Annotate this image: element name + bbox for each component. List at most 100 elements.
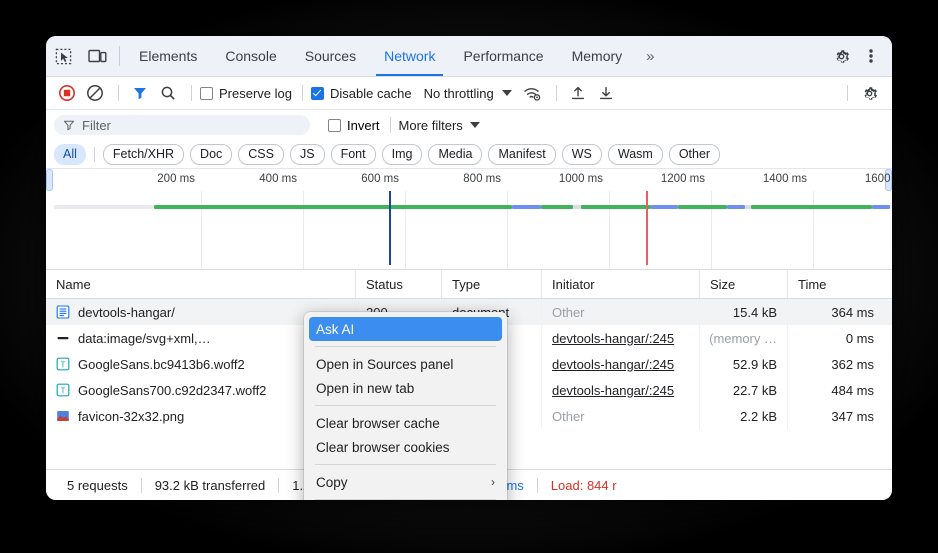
cell-time: 0 ms xyxy=(788,325,884,351)
menu-item-copy[interactable]: Copy› xyxy=(304,470,507,494)
chip-label: Media xyxy=(438,147,472,161)
clear-icon[interactable] xyxy=(82,80,108,106)
tab-console[interactable]: Console xyxy=(211,36,290,76)
filter-row: Filter Invert More filters xyxy=(46,110,892,140)
chip-fetch-xhr[interactable]: Fetch/XHR xyxy=(103,144,184,165)
chip-img[interactable]: Img xyxy=(382,144,423,165)
chip-label: WS xyxy=(572,147,592,161)
cell-size: 15.4 kB xyxy=(700,299,788,325)
column-header-label: Type xyxy=(452,277,480,292)
menu-item-clear-browser-cookies[interactable]: Clear browser cookies xyxy=(304,435,507,459)
network-overview-timeline[interactable]: 200 ms400 ms600 ms800 ms1000 ms1200 ms14… xyxy=(46,169,892,270)
column-header-type[interactable]: Type xyxy=(442,270,542,298)
chip-label: Img xyxy=(392,147,413,161)
inspect-cursor-icon[interactable] xyxy=(46,36,80,76)
request-name: favicon-32x32.png xyxy=(78,409,184,424)
overview-request-band xyxy=(678,205,727,209)
tabbar-right-controls xyxy=(815,36,892,76)
import-har-icon[interactable] xyxy=(565,80,591,106)
chevron-down-icon xyxy=(470,122,480,128)
tab-network[interactable]: Network xyxy=(370,36,449,76)
request-name: GoogleSans.bc9413b6.woff2 xyxy=(78,357,245,372)
device-toolbar-icon[interactable] xyxy=(80,36,114,76)
load-marker xyxy=(646,191,648,265)
chip-ws[interactable]: WS xyxy=(562,144,602,165)
resource-type-filters: All Fetch/XHR Doc CSS JS Font Img Media … xyxy=(46,140,892,169)
chip-doc[interactable]: Doc xyxy=(190,144,232,165)
gear-icon[interactable] xyxy=(826,36,856,76)
chip-manifest[interactable]: Manifest xyxy=(488,144,555,165)
size-value: 52.9 kB xyxy=(733,357,777,372)
font-icon: T xyxy=(56,383,70,397)
tab-elements[interactable]: Elements xyxy=(125,36,211,76)
overview-request-band xyxy=(573,205,581,209)
menu-item-open-in-sources-panel[interactable]: Open in Sources panel xyxy=(304,352,507,376)
chip-js[interactable]: JS xyxy=(290,144,325,165)
overview-request-band xyxy=(651,205,678,209)
initiator-link[interactable]: devtools-hangar/:245 xyxy=(552,383,674,398)
time-value: 0 ms xyxy=(846,331,874,346)
menu-item-ask-ai[interactable]: Ask AI xyxy=(309,317,502,341)
cell-size: 2.2 kB xyxy=(700,403,788,429)
export-har-icon[interactable] xyxy=(593,80,619,106)
tab-label: Network xyxy=(384,48,435,64)
menu-item-label: Open in Sources panel xyxy=(316,357,453,372)
chip-label: Fetch/XHR xyxy=(113,147,174,161)
overview-left-handle[interactable] xyxy=(46,169,53,191)
initiator-link[interactable]: devtools-hangar/:245 xyxy=(552,357,674,372)
initiator-link[interactable]: devtools-hangar/:245 xyxy=(552,331,674,346)
chip-label: Font xyxy=(341,147,366,161)
chip-other[interactable]: Other xyxy=(669,144,720,165)
record-stop-icon[interactable] xyxy=(54,80,80,106)
column-header-size[interactable]: Size xyxy=(700,270,788,298)
chip-wasm[interactable]: Wasm xyxy=(608,144,663,165)
chip-media[interactable]: Media xyxy=(428,144,482,165)
cell-initiator: Other xyxy=(542,403,700,429)
filter-placeholder: Filter xyxy=(82,118,111,133)
overview-tick-label: 200 ms xyxy=(157,173,201,185)
menu-item-open-in-new-tab[interactable]: Open in new tab xyxy=(304,376,507,400)
menu-item-clear-browser-cache[interactable]: Clear browser cache xyxy=(304,411,507,435)
column-header-status[interactable]: Status xyxy=(356,270,442,298)
invert-checkbox[interactable]: Invert xyxy=(328,118,380,133)
throttling-dropdown[interactable]: No throttling xyxy=(424,86,512,101)
column-header-initiator[interactable]: Initiator xyxy=(542,270,700,298)
size-value: 22.7 kB xyxy=(733,383,777,398)
overview-request-band xyxy=(541,205,573,209)
column-header-name[interactable]: Name xyxy=(46,270,356,298)
request-context-menu[interactable]: Ask AI Open in Sources panel Open in new t… xyxy=(304,312,507,500)
column-header-label: Time xyxy=(798,277,826,292)
preserve-log-checkbox[interactable]: Preserve log xyxy=(200,86,292,101)
requests-count: 5 requests xyxy=(54,478,141,493)
toolbar-divider-5 xyxy=(847,85,848,101)
overview-request-band xyxy=(154,205,512,209)
overview-tick-label: 1200 ms xyxy=(661,173,711,185)
chip-all[interactable]: All xyxy=(54,144,86,165)
chip-label: CSS xyxy=(248,147,274,161)
tab-performance[interactable]: Performance xyxy=(449,36,557,76)
request-name: GoogleSans700.c92d2347.woff2 xyxy=(78,383,266,398)
column-header-time[interactable]: Time xyxy=(788,270,884,298)
search-icon[interactable] xyxy=(155,80,181,106)
chip-css[interactable]: CSS xyxy=(238,144,284,165)
column-header-label: Initiator xyxy=(552,277,595,292)
more-filters-dropdown[interactable]: More filters xyxy=(399,118,480,133)
initiator-text: Other xyxy=(552,305,585,320)
wifi-settings-icon[interactable] xyxy=(520,80,546,106)
search-input[interactable]: Filter xyxy=(54,115,310,135)
overview-gridline xyxy=(609,191,610,269)
overview-request-band xyxy=(751,205,872,209)
cell-time: 484 ms xyxy=(788,377,884,403)
kebab-menu-icon[interactable] xyxy=(856,36,886,76)
preserve-log-label: Preserve log xyxy=(219,86,292,101)
disable-cache-checkbox[interactable]: Disable cache xyxy=(311,86,412,101)
overview-tick-label: 1000 ms xyxy=(559,173,609,185)
tab-memory[interactable]: Memory xyxy=(558,36,637,76)
tab-label: Performance xyxy=(463,48,543,64)
filter-funnel-icon[interactable] xyxy=(127,80,153,106)
more-tabs-button[interactable]: » xyxy=(636,36,663,76)
time-value: 484 ms xyxy=(831,383,874,398)
gear-icon[interactable] xyxy=(856,80,882,106)
chip-font[interactable]: Font xyxy=(331,144,376,165)
tab-sources[interactable]: Sources xyxy=(291,36,370,76)
